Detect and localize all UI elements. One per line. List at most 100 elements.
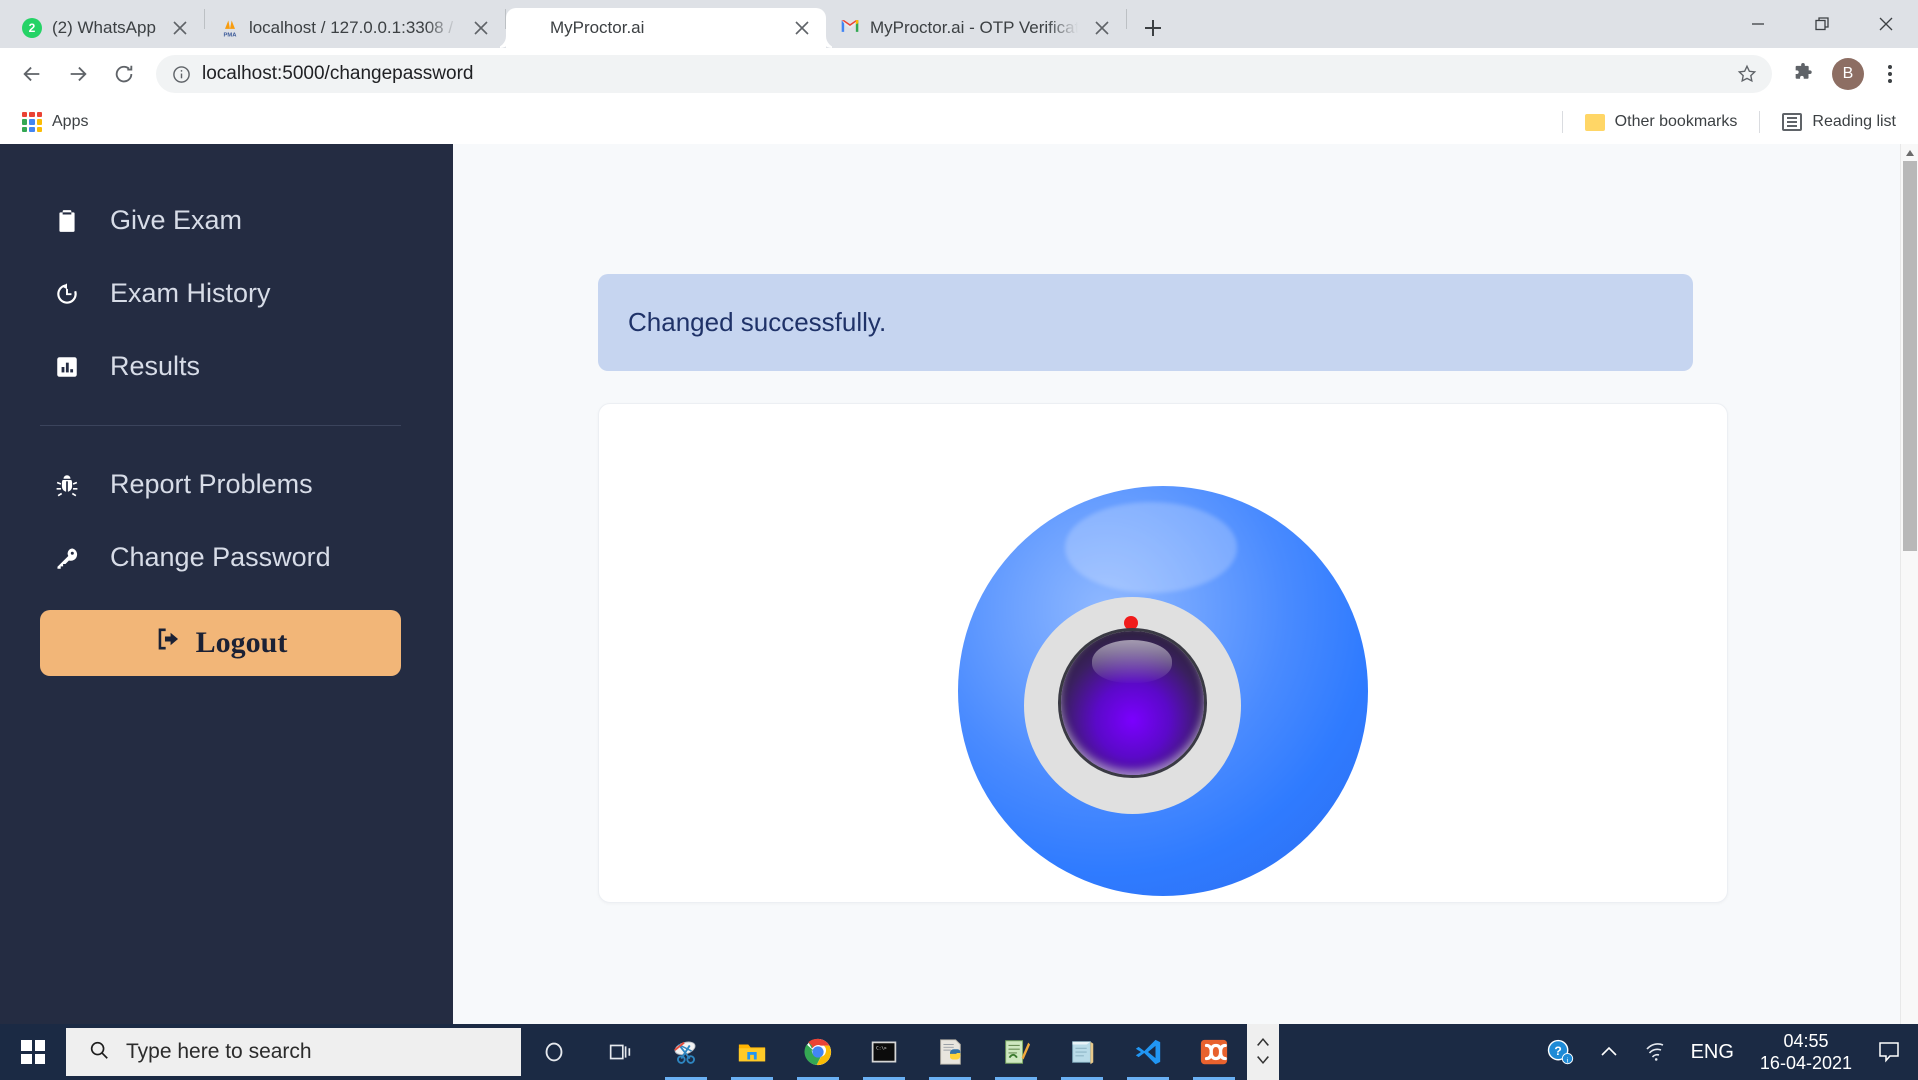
alert-message: Changed successfully. (628, 307, 887, 337)
browser-tab-myproctor-active[interactable]: MyProctor.ai (505, 8, 826, 48)
chevron-down-icon[interactable] (1256, 1053, 1270, 1071)
show-hidden-icons-chevron-up-icon[interactable] (1587, 1024, 1631, 1080)
puzzle-piece-icon[interactable] (1782, 53, 1824, 95)
browser-tab-phpmyadmin[interactable]: PMA localhost / 127.0.0.1:3308 / q (205, 8, 505, 48)
google-chrome-icon[interactable] (785, 1024, 851, 1080)
bug-icon (52, 472, 82, 498)
forward-arrow-icon[interactable] (56, 52, 100, 96)
gmail-icon (840, 18, 860, 38)
bookmark-label: Other bookmarks (1614, 113, 1738, 130)
reload-icon[interactable] (102, 52, 146, 96)
minimize-icon[interactable] (1726, 0, 1790, 48)
cortana-icon[interactable] (521, 1024, 587, 1080)
sidebar-item-label: Change Password (110, 542, 331, 572)
sidebar-item-exam-history[interactable]: Exam History (0, 257, 453, 330)
task-view-icon[interactable] (587, 1024, 653, 1080)
close-icon[interactable] (788, 14, 816, 42)
python-idle-icon[interactable] (917, 1024, 983, 1080)
clock-time: 04:55 (1783, 1030, 1829, 1051)
phpmyadmin-icon: PMA (219, 18, 239, 38)
language-indicator[interactable]: ENG (1679, 1024, 1746, 1080)
snipping-tool-icon[interactable] (653, 1024, 719, 1080)
myproctor-icon (520, 18, 540, 38)
clock[interactable]: 04:55 16-04-2021 (1746, 1030, 1866, 1075)
other-bookmarks-button[interactable]: Other bookmarks (1577, 109, 1746, 135)
taskbar-overflow-scroll[interactable] (1247, 1024, 1279, 1080)
three-dots-menu-icon[interactable] (1872, 53, 1908, 95)
svg-text:i: i (1566, 1055, 1568, 1064)
windows-start-icon[interactable] (0, 1024, 66, 1080)
tab-separator (1125, 9, 1127, 29)
page-scrollbar[interactable] (1900, 144, 1918, 1024)
bookmark-apps[interactable]: Apps (14, 108, 96, 136)
address-bar[interactable]: localhost:5000/changepassword (156, 55, 1772, 93)
new-tab-button[interactable] (1133, 8, 1173, 48)
help-question-icon[interactable]: ? i (1533, 1024, 1587, 1080)
notepad-plus-plus-icon[interactable] (983, 1024, 1049, 1080)
taskbar-app-icons: C:\> (521, 1024, 1247, 1080)
ball-highlight (1064, 502, 1237, 593)
back-arrow-icon[interactable] (10, 52, 54, 96)
tab-strip: 2 (2) WhatsApp PMA localhost / 127.0.0.1… (0, 0, 1918, 48)
close-icon[interactable] (1088, 14, 1116, 42)
browser-tab-gmail-otp[interactable]: MyProctor.ai - OTP Verificatio (826, 8, 1126, 48)
clipboard-list-icon (52, 208, 82, 234)
close-icon[interactable] (166, 14, 194, 42)
windows-taskbar: Type here to search C:\> ? i ENG 04:55 1… (0, 1024, 1918, 1080)
sidebar-item-change-password[interactable]: Change Password (0, 521, 453, 594)
content-card (598, 403, 1728, 903)
sidebar-item-label: Report Problems (110, 469, 313, 499)
command-prompt-icon[interactable]: C:\> (851, 1024, 917, 1080)
scroll-up-icon[interactable] (1901, 144, 1918, 161)
sidebar-item-label: Results (110, 351, 201, 381)
divider (1561, 111, 1563, 133)
logout-button[interactable]: Logout (40, 610, 401, 676)
reading-list-button[interactable]: Reading list (1774, 109, 1904, 135)
sign-out-icon (154, 625, 182, 661)
vs-code-icon[interactable] (1115, 1024, 1181, 1080)
chevron-up-icon[interactable] (1256, 1033, 1270, 1051)
browser-window: 2 (2) WhatsApp PMA localhost / 127.0.0.1… (0, 0, 1918, 1024)
search-icon (88, 1039, 110, 1066)
camera-ring (1023, 596, 1241, 814)
clock-date: 16-04-2021 (1759, 1053, 1852, 1073)
scrollbar-thumb[interactable] (1903, 161, 1917, 551)
info-circle-icon[interactable] (170, 63, 192, 85)
url-text: localhost:5000/changepassword (202, 63, 474, 84)
sidebar-item-results[interactable]: Results (0, 330, 453, 403)
reading-list-icon (1782, 113, 1803, 131)
notepad-icon[interactable] (1049, 1024, 1115, 1080)
avatar[interactable]: B (1832, 58, 1864, 90)
restore-icon[interactable] (1790, 0, 1854, 48)
search-input[interactable]: Type here to search (66, 1028, 521, 1076)
file-explorer-icon[interactable] (719, 1024, 785, 1080)
close-icon[interactable] (467, 14, 495, 42)
divider (1759, 111, 1761, 133)
chart-bar-icon (52, 354, 82, 380)
bookmark-label: Reading list (1812, 113, 1896, 130)
whatsapp-icon: 2 (22, 18, 42, 38)
svg-text:?: ? (1554, 1044, 1561, 1058)
browser-toolbar: localhost:5000/changepassword B (0, 48, 1918, 100)
recording-led-icon (1123, 616, 1138, 631)
xampp-icon[interactable] (1181, 1024, 1247, 1080)
bookmarks-bar: Apps Other bookmarks Reading list (0, 100, 1918, 144)
history-clock-icon (52, 281, 82, 307)
star-icon[interactable] (1730, 57, 1764, 91)
sidebar-item-report-problems[interactable]: Report Problems (0, 448, 453, 521)
webcam-ball-graphic (958, 486, 1368, 896)
browser-tab-whatsapp[interactable]: 2 (2) WhatsApp (8, 8, 204, 48)
sidebar-item-label: Give Exam (110, 205, 243, 235)
logout-label: Logout (195, 626, 288, 659)
camera-lens (1060, 631, 1204, 775)
sidebar-item-give-exam[interactable]: Give Exam (0, 184, 453, 257)
window-controls (1726, 0, 1918, 48)
bookmark-label: Apps (52, 113, 89, 130)
wifi-icon[interactable] (1631, 1024, 1679, 1080)
apps-grid-icon (22, 112, 42, 132)
close-icon[interactable] (1854, 0, 1918, 48)
sidebar-item-label: Exam History (110, 278, 271, 308)
action-center-icon[interactable] (1866, 1024, 1912, 1080)
bookmarks-right-group: Other bookmarks Reading list (1548, 109, 1904, 135)
app-sidebar: Give Exam Exam History Results Report Pr… (0, 144, 453, 1024)
